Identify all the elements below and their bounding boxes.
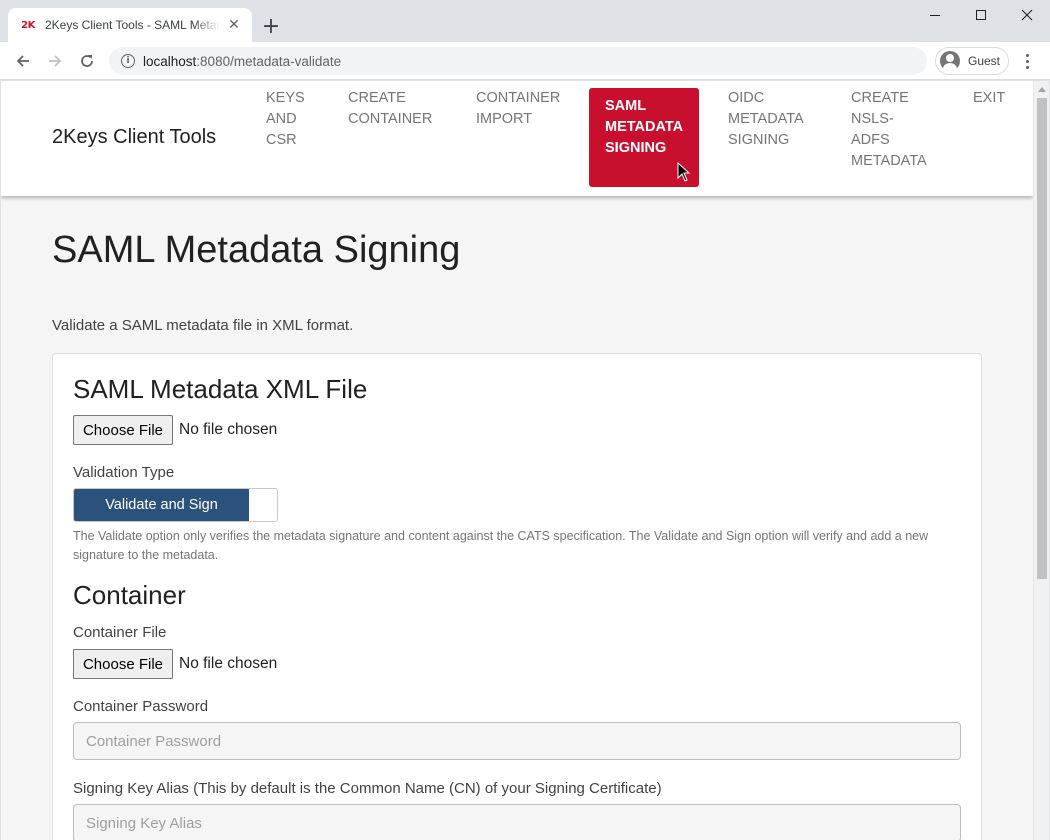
xml-choose-file-button[interactable]: Choose File	[73, 415, 173, 445]
nav-item-label-line: CREATE	[348, 90, 406, 106]
container-file-status: No file chosen	[179, 655, 278, 672]
minimize-icon	[930, 14, 940, 16]
nav-item-label-line: CONTAINER	[476, 90, 561, 106]
maximize-button[interactable]	[958, 0, 1004, 30]
favicon-icon: 2K	[21, 19, 35, 31]
reload-icon	[81, 55, 93, 67]
nav-item-label-line: IMPORT	[476, 111, 533, 127]
url-text: localhost:8080/metadata-validate	[143, 54, 341, 69]
page-title: SAML Metadata Signing	[52, 229, 461, 271]
mouse-cursor-icon	[677, 162, 691, 182]
nav-item-label-line: SIGNING	[728, 132, 790, 148]
page-scrollbar[interactable]	[1033, 81, 1049, 840]
address-bar[interactable]: i localhost:8080/metadata-validate	[109, 47, 927, 75]
container-password-label: Container Password	[73, 698, 209, 715]
profile-button[interactable]: Guest	[935, 47, 1009, 75]
reload-button[interactable]	[73, 48, 101, 74]
page-viewport: 2Keys Client Tools KEYS AND CSR CREATE CONTA…	[1, 81, 1033, 840]
scroll-up-arrow-icon[interactable]	[1034, 81, 1050, 97]
nav-exit[interactable]: EXIT	[973, 88, 1005, 109]
close-window-button[interactable]	[1004, 0, 1050, 30]
xml-file-input: Choose File No file chosen	[73, 415, 277, 445]
nav-item-label-line: SIGNING	[605, 140, 667, 156]
nav-create-container[interactable]: CREATE CONTAINER	[348, 88, 432, 130]
minimize-button[interactable]	[912, 0, 958, 30]
nav-create-nsls-adfs-metadata[interactable]: CREATE NSLS- ADFS METADATA	[851, 88, 927, 172]
back-button[interactable]	[9, 48, 37, 74]
nav-item-label-line: AND	[266, 111, 297, 127]
close-icon	[1021, 9, 1033, 21]
validation-type-toggle[interactable]: Validate and Sign	[73, 488, 278, 522]
profile-label: Guest	[968, 54, 1001, 68]
nav-item-label-line: CONTAINER	[348, 111, 433, 127]
nav-item-label-line: SAML	[605, 98, 647, 114]
validation-type-label: Validation Type	[73, 464, 175, 481]
tab-title: 2Keys Client Tools - SAML Metadata Signi…	[45, 18, 220, 32]
form-card: SAML Metadata XML File Choose File No fi…	[52, 353, 982, 840]
info-icon[interactable]: i	[121, 54, 135, 68]
nav-item-label-line: CSR	[266, 132, 297, 148]
nav-item-label-line: METADATA	[851, 153, 927, 169]
url-path: :8080/metadata-validate	[196, 53, 342, 69]
container-section-title: Container	[73, 580, 186, 610]
nav-item-label-line: CREATE	[851, 90, 909, 106]
container-choose-file-button[interactable]: Choose File	[73, 649, 173, 679]
new-tab-button[interactable]: +	[259, 14, 283, 39]
maximize-icon	[976, 10, 986, 20]
forward-arrow-icon	[49, 55, 62, 67]
validation-type-switch-handle[interactable]	[249, 489, 277, 521]
validation-type-selected[interactable]: Validate and Sign	[74, 489, 249, 521]
brand-title[interactable]: 2Keys Client Tools	[52, 126, 216, 149]
nav-item-label-line: KEYS	[266, 90, 305, 106]
container-file-input: Choose File No file chosen	[73, 649, 277, 679]
signing-key-alias-placeholder: Signing Key Alias	[86, 814, 202, 832]
back-arrow-icon	[16, 55, 29, 67]
tab-close-icon[interactable]: ✕	[226, 17, 242, 33]
kebab-menu-icon[interactable]	[1016, 50, 1038, 72]
nav-item-label-line: ADFS	[851, 132, 890, 148]
nav-item-label-line: NSLS-	[851, 111, 894, 127]
container-file-label: Container File	[73, 624, 167, 641]
signing-key-alias-input[interactable]: Signing Key Alias	[73, 804, 961, 840]
browser-tab[interactable]: 2K 2Keys Client Tools - SAML Metadata Si…	[8, 8, 252, 42]
container-password-input[interactable]: Container Password	[73, 722, 961, 760]
browser-toolbar: i localhost:8080/metadata-validate Guest	[0, 42, 1050, 80]
nav-item-label-line: METADATA	[605, 119, 684, 135]
nav-item-label-line: METADATA	[728, 111, 804, 127]
app-navbar: 2Keys Client Tools KEYS AND CSR CREATE CONTA…	[1, 81, 1033, 196]
nav-container-import[interactable]: CONTAINER IMPORT	[476, 88, 560, 130]
page-subtitle: Validate a SAML metadata file in XML for…	[52, 317, 354, 334]
scrollbar-thumb[interactable]	[1037, 98, 1047, 579]
container-password-placeholder: Container Password	[86, 732, 222, 750]
validation-help-text: The Validate option only verifies the me…	[73, 529, 929, 562]
forward-button[interactable]	[41, 48, 69, 74]
url-host: localhost	[143, 53, 197, 69]
nav-item-label-line: OIDC	[728, 90, 765, 106]
xml-section-title: SAML Metadata XML File	[73, 374, 368, 404]
profile-avatar-icon	[940, 51, 960, 71]
signing-key-alias-label: Signing Key Alias (This by default is th…	[73, 780, 662, 797]
nav-item-label-line: EXIT	[973, 90, 1006, 106]
browser-tabstrip: 2K 2Keys Client Tools - SAML Metadata Si…	[0, 0, 1050, 42]
nav-oidc-metadata-signing[interactable]: OIDC METADATA SIGNING	[728, 88, 804, 151]
nav-keys-and-csr[interactable]: KEYS AND CSR	[266, 88, 305, 151]
xml-file-status: No file chosen	[179, 421, 278, 438]
